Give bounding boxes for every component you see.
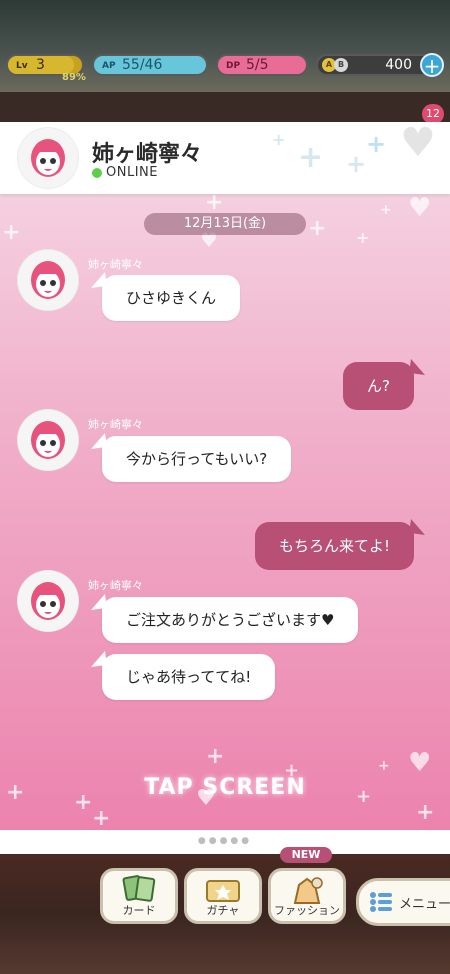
contact-name: 姉ヶ崎寧々 [92,142,203,167]
sparkle-icon: + [272,130,286,149]
message-avatar[interactable] [18,410,78,470]
girl-face-icon [31,421,65,459]
fashion-button[interactable]: ファッション [268,868,346,924]
page-dots: ●●●●● [197,836,253,846]
fashion-icon [293,877,323,904]
message-text: ん? [367,377,390,395]
card-button[interactable]: カード [100,868,178,924]
message-bubble: 今から行ってもいい? [89,432,292,482]
online-indicator-icon [92,168,102,178]
sparkle-icon: + [92,806,111,831]
girl-face-icon [31,582,65,620]
card-icon [122,875,156,902]
sparkle-icon: + [298,140,324,175]
sparkle-icon: + [2,220,21,245]
menu-label: メニュー [399,897,450,912]
message-bubble: ひさゆきくん [89,271,241,321]
dp-value: 5/5 [246,57,269,73]
message-sender: 姉ヶ崎寧々 [88,258,143,271]
menu-button[interactable]: メニュー [356,878,450,926]
coin-b-icon: B [334,58,348,72]
sparkle-icon: + [346,150,367,178]
ap-gauge: AP 55/46 [92,54,208,76]
fashion-label: ファッション [274,904,340,917]
message-bubble: じゃあ待っててね! [89,650,276,700]
message-text: ひさゆきくん [126,289,217,307]
coin-value: 400 [385,57,412,73]
sparkle-icon: + [366,130,387,158]
message-text: ご注文ありがとうございます♥ [126,611,335,629]
message-avatar[interactable] [18,250,78,310]
contact-avatar[interactable] [18,128,78,188]
date-divider: 12月13日(金) [144,213,306,235]
tap-screen-prompt[interactable]: TAP SCREEN [0,775,450,800]
list-menu-icon [370,892,392,912]
new-badge: NEW [280,847,332,863]
gacha-button[interactable]: ガチャ [184,868,262,924]
sparkle-icon: + [380,202,392,218]
girl-face-icon [31,139,65,177]
sparkle-icon: + [206,744,225,769]
add-coin-button[interactable]: + [420,53,444,77]
heart-icon: ♥ [400,120,436,166]
message-text: もちろん来てよ! [278,537,390,555]
dp-tag: DP [226,61,241,71]
level-value: 3 [36,57,45,73]
sparkle-icon: + [416,800,435,825]
heart-icon: ♥ [408,748,432,778]
ap-value: 55/46 [122,57,163,73]
message-sender: 姉ヶ崎寧々 [88,579,143,592]
message-sender: 姉ヶ崎寧々 [88,418,143,431]
message-avatar[interactable] [18,571,78,631]
level-percent: 89% [62,72,86,83]
my-message-bubble: もちろん来てよ! [254,518,427,570]
my-message-bubble: ん? [343,358,427,410]
contact-status: ONLINE [106,165,158,180]
level-tag: Lv [16,61,28,71]
message-text: じゃあ待っててね! [126,668,252,686]
dp-gauge: DP 5/5 [216,54,308,76]
sparkle-icon: + [308,216,327,241]
message-text: 今から行ってもいい? [126,450,268,468]
coin-counter: A B 400 + [316,53,444,77]
sparkle-icon: + [356,228,370,247]
message-bubble: ご注文ありがとうございます♥ [89,593,359,643]
gacha-label: ガチャ [206,904,240,917]
heart-icon: ♥ [408,193,432,223]
card-label: カード [122,904,156,917]
ap-tag: AP [102,61,116,71]
gacha-icon [206,880,240,902]
girl-face-icon [31,261,65,299]
sparkle-icon: + [378,758,390,774]
